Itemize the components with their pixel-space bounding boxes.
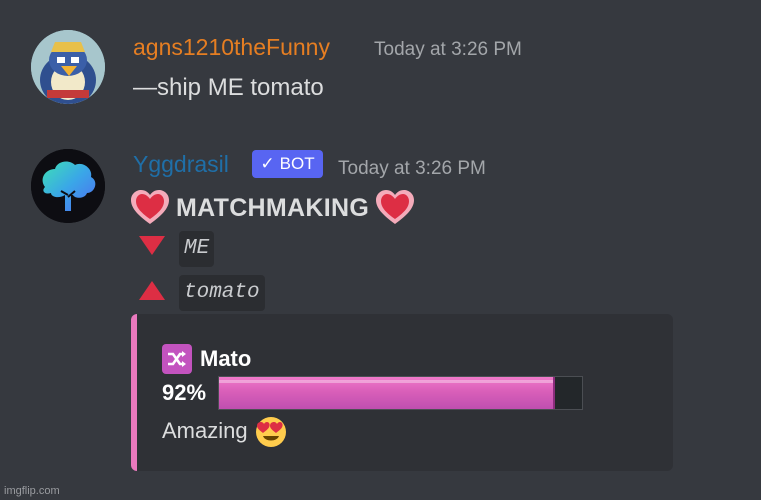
matchmaking-heading-row: MATCHMAKING — [130, 188, 415, 228]
message-content: —ship ME tomato — [133, 74, 324, 101]
message-timestamp[interactable]: Today at 3:26 PM — [374, 39, 522, 61]
check-icon: ✓ — [260, 154, 275, 173]
bot-avatar[interactable] — [31, 149, 105, 223]
inline-code-first-name: ME — [179, 231, 215, 267]
heart-icon — [376, 190, 415, 224]
red-triangle-up-icon — [139, 281, 165, 300]
inline-code-second-name: tomato — [179, 275, 265, 311]
shuffle-icon — [162, 344, 192, 374]
match-progress-fill — [219, 377, 555, 409]
bot-badge-label: BOT — [279, 154, 315, 173]
matchmaking-heading: MATCHMAKING — [176, 193, 370, 222]
message-timestamp[interactable]: Today at 3:26 PM — [338, 158, 486, 180]
match-percent: 92% — [162, 380, 207, 405]
match-verdict-row: Amazing — [162, 414, 288, 448]
heart-icon — [131, 190, 169, 224]
match-progress-bar — [218, 376, 583, 410]
tree-avatar-icon — [31, 149, 105, 223]
embed-title-row: Mato — [162, 344, 251, 374]
message-author[interactable]: agns1210theFunny — [133, 34, 330, 61]
match-verdict: Amazing — [162, 418, 248, 443]
red-triangle-down-icon — [139, 236, 165, 255]
message-author[interactable]: Yggdrasil — [133, 151, 229, 178]
bot-badge: ✓ BOT — [252, 150, 323, 178]
user-avatar[interactable] — [31, 30, 105, 104]
heart-eyes-emoji-icon — [255, 417, 286, 447]
embed-title: Mato — [200, 346, 252, 371]
penguin-avatar-icon — [31, 30, 105, 104]
imgflip-watermark: imgflip.com — [4, 485, 60, 497]
